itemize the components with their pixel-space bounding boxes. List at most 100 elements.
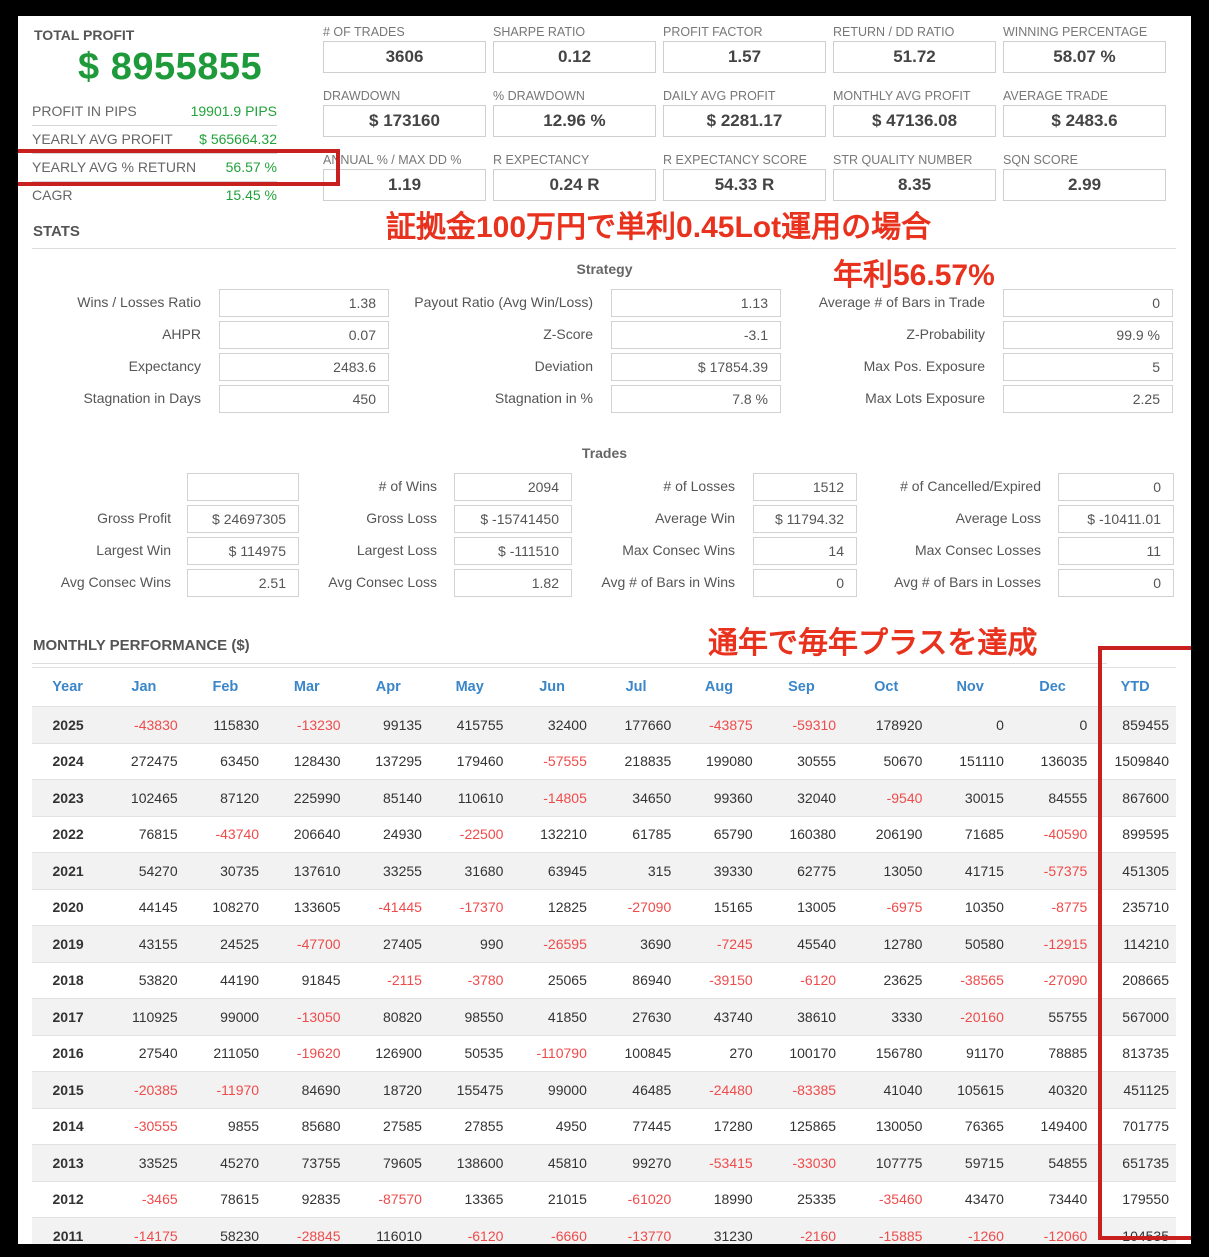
stat-label: Wins / Losses Ratio	[77, 294, 201, 310]
summary-value: 19901.9 PIPS	[190, 103, 277, 119]
column-header: Nov	[956, 679, 984, 695]
month-cell: 128430	[293, 753, 341, 770]
divider	[32, 248, 1176, 249]
month-cell: 78615	[220, 1191, 260, 1208]
month-cell: -15885	[843, 1217, 930, 1244]
metric-value: $ 47136.08	[833, 105, 996, 137]
month-cell: 73440	[1048, 1191, 1088, 1208]
metric-label: PROFIT FACTOR	[663, 25, 763, 39]
stat-label: # of Cancelled/Expired	[900, 478, 1041, 494]
stat-label: Stagnation in %	[494, 390, 593, 406]
month-cell: -8775	[1051, 899, 1088, 916]
month-cell: 13005	[797, 899, 837, 916]
month-cell: -43740	[215, 826, 260, 843]
month-cell: 10350	[964, 899, 1004, 916]
stat-label: Deviation	[534, 358, 593, 374]
metric-value: 51.72	[833, 41, 996, 73]
month-cell: -87570	[378, 1191, 422, 1208]
metric-card: MONTHLY AVG PROFIT $ 47136.08	[833, 89, 996, 137]
month-cell: 108270	[212, 899, 260, 916]
month-cell: 206190	[875, 826, 923, 843]
month-cell: 41715	[929, 852, 1011, 889]
stat-label: Max Consec Wins	[622, 542, 735, 558]
table-row: 2019 43155 24525 -47700 27405 990 -26595 3690 -7…	[32, 925, 1176, 962]
stat-label: Max Consec Losses	[914, 542, 1041, 558]
year-cell: 2012	[52, 1191, 84, 1208]
metric-card: STR QUALITY NUMBER 8.35	[833, 153, 996, 201]
month-cell: 3690	[593, 925, 679, 962]
month-cell: 270	[729, 1045, 753, 1062]
metric-card: SQN SCORE 2.99	[1003, 153, 1166, 201]
month-cell: 99000	[510, 1071, 594, 1108]
month-cell: 27405	[347, 925, 429, 962]
month-cell: 225990	[266, 779, 348, 816]
year-cell: 2023	[32, 779, 104, 816]
month-cell: -43875	[678, 706, 760, 743]
stat-label: Z-Probability	[906, 326, 985, 342]
summary-value: $ 565664.32	[199, 131, 277, 147]
metric-card: # OF TRADES 3606	[323, 25, 486, 73]
month-cell: 31230	[678, 1217, 760, 1244]
metric-value: 8.35	[833, 169, 996, 201]
month-cell: 130050	[875, 1118, 923, 1135]
stat-value: $ 17854.39	[611, 353, 781, 381]
month-cell: 32040	[759, 779, 844, 816]
year-cell: 2025	[32, 706, 104, 743]
month-cell: 43155	[103, 925, 185, 962]
metric-value: 0.12	[493, 41, 656, 73]
metric-card: DRAWDOWN $ 173160	[323, 89, 486, 137]
column-header: Mar	[293, 679, 320, 695]
stat-value: 2.25	[1003, 385, 1173, 413]
month-cell: -53415	[678, 1144, 760, 1181]
stat-value: $ -15741450	[454, 505, 572, 533]
table-row: 2011 -14175 58230 -28845 116010 -6120 -6660 -13…	[32, 1217, 1176, 1244]
month-cell: 12825	[547, 899, 587, 916]
stat-label: Gross Loss	[366, 510, 437, 526]
metric-card: % DRAWDOWN 12.96 %	[493, 89, 656, 137]
month-cell: 79605	[347, 1144, 429, 1181]
metric-label: R EXPECTANCY	[493, 153, 590, 167]
year-cell: 2021	[32, 852, 104, 889]
month-cell: 41040	[843, 1071, 930, 1108]
month-cell: 17280	[713, 1118, 753, 1135]
month-cell: 9855	[227, 1118, 260, 1135]
month-cell: -47700	[266, 925, 348, 962]
stat-value: 7.8 %	[611, 385, 781, 413]
month-cell: 54855	[1010, 1144, 1095, 1181]
table-row: 2023 102465 87120 225990 85140 110610 -14805 34…	[32, 779, 1176, 816]
year-cell: 2013	[32, 1144, 104, 1181]
month-cell: 91845	[301, 972, 341, 989]
stat-value	[187, 473, 299, 501]
month-cell: -2115	[387, 972, 422, 989]
strategy-title: Strategy	[576, 261, 633, 277]
month-cell: 211050	[213, 1045, 260, 1062]
monthly-performance-table: Year Jan Feb Mar Apr May Jun Jul Aug Sep Oct Nov Dec…	[32, 667, 1176, 1244]
stat-value: 0	[1058, 569, 1174, 597]
month-cell: -11970	[184, 1071, 267, 1108]
column-header: Jun	[539, 679, 566, 695]
stat-label: Max Pos. Exposure	[863, 358, 985, 374]
column-header: Jan	[131, 679, 157, 695]
year-cell: 2019	[32, 925, 104, 962]
month-cell: -28845	[266, 1217, 348, 1244]
month-cell: 63450	[220, 753, 260, 770]
month-cell: 43470	[964, 1191, 1004, 1208]
month-cell: 115830	[184, 706, 267, 743]
month-cell: 25065	[547, 972, 587, 989]
stat-value: $ 114975	[187, 537, 299, 565]
month-cell: 87120	[184, 779, 267, 816]
month-cell: 110610	[428, 779, 511, 816]
month-cell: -17370	[459, 899, 504, 916]
column-header: Aug	[704, 679, 734, 695]
month-cell: 27630	[593, 998, 679, 1035]
month-cell: 32400	[510, 706, 594, 743]
month-cell: -33030	[759, 1144, 844, 1181]
month-cell: 53820	[138, 972, 178, 989]
metric-card: DAILY AVG PROFIT $ 2281.17	[663, 89, 826, 137]
month-cell: -6120	[800, 972, 837, 989]
month-cell: 99000	[184, 998, 267, 1035]
highlight-box-yearly-return	[18, 149, 340, 186]
stat-label: # of Wins	[378, 478, 437, 494]
metric-value: 3606	[323, 41, 486, 73]
month-cell: 133605	[293, 899, 341, 916]
